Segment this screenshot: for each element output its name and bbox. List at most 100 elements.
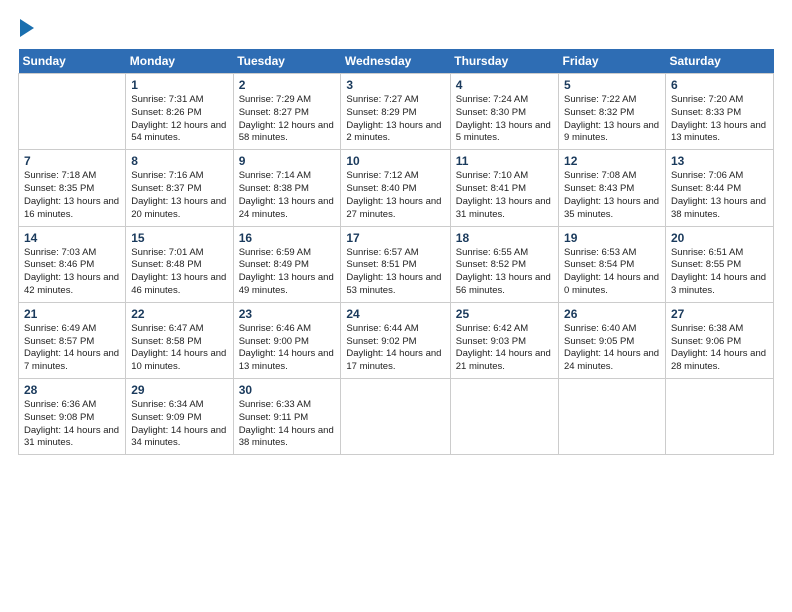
calendar-cell: 15 Sunrise: 7:01 AM Sunset: 8:48 PM Dayli… — [126, 226, 233, 302]
calendar-cell: 4 Sunrise: 7:24 AM Sunset: 8:30 PM Daylig… — [450, 74, 558, 150]
weekday-header: Friday — [559, 49, 666, 74]
day-info: Sunrise: 7:27 AM Sunset: 8:29 PM Dayligh… — [346, 94, 444, 145]
calendar-cell: 30 Sunrise: 6:33 AM Sunset: 9:11 PM Dayli… — [233, 379, 341, 455]
calendar-cell: 24 Sunrise: 6:44 AM Sunset: 9:02 PM Dayli… — [341, 302, 450, 378]
day-number: 15 — [131, 231, 227, 245]
day-info: Sunrise: 7:24 AM Sunset: 8:30 PM Dayligh… — [456, 94, 553, 145]
calendar-cell — [559, 379, 666, 455]
day-number: 14 — [24, 231, 120, 245]
calendar-week-row: 28Sunrise: 6:36 AM Sunset: 9:08 PM Dayli… — [19, 379, 774, 455]
day-info: Sunrise: 7:29 AM Sunset: 8:27 PM Dayligh… — [239, 94, 336, 145]
day-info: Sunrise: 7:03 AM Sunset: 8:46 PM Dayligh… — [24, 247, 120, 298]
day-number: 13 — [671, 154, 768, 168]
day-number: 16 — [239, 231, 336, 245]
day-number: 8 — [131, 154, 227, 168]
calendar-cell: 7 Sunrise: 7:18 AM Sunset: 8:35 PM Daylig… — [19, 150, 126, 226]
calendar-cell: 10 Sunrise: 7:12 AM Sunset: 8:40 PM Dayli… — [341, 150, 450, 226]
day-info: Sunrise: 6:57 AM Sunset: 8:51 PM Dayligh… — [346, 247, 444, 298]
calendar-cell: 27 Sunrise: 6:38 AM Sunset: 9:06 PM Dayli… — [665, 302, 773, 378]
calendar-cell: 26Sunrise: 6:40 AM Sunset: 9:05 PM Dayli… — [559, 302, 666, 378]
calendar-cell: 1 Sunrise: 7:31 AM Sunset: 8:26 PM Daylig… — [126, 74, 233, 150]
calendar-week-row: 7 Sunrise: 7:18 AM Sunset: 8:35 PM Daylig… — [19, 150, 774, 226]
calendar-cell: 11 Sunrise: 7:10 AM Sunset: 8:41 PM Dayli… — [450, 150, 558, 226]
weekday-header: Tuesday — [233, 49, 341, 74]
day-info: Sunrise: 6:59 AM Sunset: 8:49 PM Dayligh… — [239, 247, 336, 298]
calendar-week-row: 14 Sunrise: 7:03 AM Sunset: 8:46 PM Dayli… — [19, 226, 774, 302]
calendar-cell: 29 Sunrise: 6:34 AM Sunset: 9:09 PM Dayli… — [126, 379, 233, 455]
day-number: 30 — [239, 383, 336, 397]
day-number: 22 — [131, 307, 227, 321]
calendar-cell — [19, 74, 126, 150]
day-number: 5 — [564, 78, 660, 92]
day-info: Sunrise: 6:47 AM Sunset: 8:58 PM Dayligh… — [131, 323, 227, 374]
logo-arrow-icon — [20, 19, 34, 37]
day-number: 2 — [239, 78, 336, 92]
day-info: Sunrise: 6:53 AM Sunset: 8:54 PM Dayligh… — [564, 247, 660, 298]
calendar-cell: 8 Sunrise: 7:16 AM Sunset: 8:37 PM Daylig… — [126, 150, 233, 226]
day-info: Sunrise: 6:55 AM Sunset: 8:52 PM Dayligh… — [456, 247, 553, 298]
day-info: Sunrise: 7:14 AM Sunset: 8:38 PM Dayligh… — [239, 170, 336, 221]
day-info: Sunrise: 7:12 AM Sunset: 8:40 PM Dayligh… — [346, 170, 444, 221]
calendar-cell: 6Sunrise: 7:20 AM Sunset: 8:33 PM Daylig… — [665, 74, 773, 150]
day-info: Sunrise: 6:42 AM Sunset: 9:03 PM Dayligh… — [456, 323, 553, 374]
calendar-cell: 23 Sunrise: 6:46 AM Sunset: 9:00 PM Dayli… — [233, 302, 341, 378]
calendar-cell: 12Sunrise: 7:08 AM Sunset: 8:43 PM Dayli… — [559, 150, 666, 226]
weekday-header: Sunday — [19, 49, 126, 74]
day-number: 10 — [346, 154, 444, 168]
calendar-cell: 17 Sunrise: 6:57 AM Sunset: 8:51 PM Dayli… — [341, 226, 450, 302]
day-number: 20 — [671, 231, 768, 245]
day-info: Sunrise: 6:33 AM Sunset: 9:11 PM Dayligh… — [239, 399, 336, 450]
day-number: 18 — [456, 231, 553, 245]
calendar-cell: 3 Sunrise: 7:27 AM Sunset: 8:29 PM Daylig… — [341, 74, 450, 150]
calendar-cell: 13 Sunrise: 7:06 AM Sunset: 8:44 PM Dayli… — [665, 150, 773, 226]
day-number: 29 — [131, 383, 227, 397]
calendar-cell: 22 Sunrise: 6:47 AM Sunset: 8:58 PM Dayli… — [126, 302, 233, 378]
day-number: 21 — [24, 307, 120, 321]
calendar-cell: 14 Sunrise: 7:03 AM Sunset: 8:46 PM Dayli… — [19, 226, 126, 302]
day-info: Sunrise: 7:01 AM Sunset: 8:48 PM Dayligh… — [131, 247, 227, 298]
day-info: Sunrise: 6:46 AM Sunset: 9:00 PM Dayligh… — [239, 323, 336, 374]
day-info: Sunrise: 7:22 AM Sunset: 8:32 PM Dayligh… — [564, 94, 660, 145]
day-number: 27 — [671, 307, 768, 321]
day-number: 24 — [346, 307, 444, 321]
header — [18, 18, 774, 37]
day-number: 17 — [346, 231, 444, 245]
page: SundayMondayTuesdayWednesdayThursdayFrid… — [0, 0, 792, 612]
day-number: 3 — [346, 78, 444, 92]
day-info: Sunrise: 6:34 AM Sunset: 9:09 PM Dayligh… — [131, 399, 227, 450]
calendar-cell: 28Sunrise: 6:36 AM Sunset: 9:08 PM Dayli… — [19, 379, 126, 455]
calendar-cell: 5 Sunrise: 7:22 AM Sunset: 8:32 PM Daylig… — [559, 74, 666, 150]
day-info: Sunrise: 7:16 AM Sunset: 8:37 PM Dayligh… — [131, 170, 227, 221]
day-number: 6 — [671, 78, 768, 92]
calendar-cell: 16 Sunrise: 6:59 AM Sunset: 8:49 PM Dayli… — [233, 226, 341, 302]
day-number: 9 — [239, 154, 336, 168]
calendar-cell: 2 Sunrise: 7:29 AM Sunset: 8:27 PM Daylig… — [233, 74, 341, 150]
day-number: 23 — [239, 307, 336, 321]
day-number: 4 — [456, 78, 553, 92]
logo — [18, 18, 36, 37]
day-info: Sunrise: 7:18 AM Sunset: 8:35 PM Dayligh… — [24, 170, 120, 221]
day-number: 1 — [131, 78, 227, 92]
day-info: Sunrise: 6:38 AM Sunset: 9:06 PM Dayligh… — [671, 323, 768, 374]
weekday-header: Monday — [126, 49, 233, 74]
calendar-week-row: 21Sunrise: 6:49 AM Sunset: 8:57 PM Dayli… — [19, 302, 774, 378]
calendar-week-row: 1 Sunrise: 7:31 AM Sunset: 8:26 PM Daylig… — [19, 74, 774, 150]
calendar-cell: 25 Sunrise: 6:42 AM Sunset: 9:03 PM Dayli… — [450, 302, 558, 378]
calendar-cell: 9 Sunrise: 7:14 AM Sunset: 8:38 PM Daylig… — [233, 150, 341, 226]
weekday-header: Wednesday — [341, 49, 450, 74]
day-info: Sunrise: 7:31 AM Sunset: 8:26 PM Dayligh… — [131, 94, 227, 145]
header-row: SundayMondayTuesdayWednesdayThursdayFrid… — [19, 49, 774, 74]
calendar-cell: 18 Sunrise: 6:55 AM Sunset: 8:52 PM Dayli… — [450, 226, 558, 302]
day-number: 11 — [456, 154, 553, 168]
day-info: Sunrise: 6:40 AM Sunset: 9:05 PM Dayligh… — [564, 323, 660, 374]
day-number: 12 — [564, 154, 660, 168]
day-number: 7 — [24, 154, 120, 168]
weekday-header: Thursday — [450, 49, 558, 74]
day-info: Sunrise: 6:44 AM Sunset: 9:02 PM Dayligh… — [346, 323, 444, 374]
day-number: 25 — [456, 307, 553, 321]
day-info: Sunrise: 6:36 AM Sunset: 9:08 PM Dayligh… — [24, 399, 120, 450]
day-info: Sunrise: 7:06 AM Sunset: 8:44 PM Dayligh… — [671, 170, 768, 221]
calendar-cell — [341, 379, 450, 455]
weekday-header: Saturday — [665, 49, 773, 74]
day-info: Sunrise: 7:10 AM Sunset: 8:41 PM Dayligh… — [456, 170, 553, 221]
